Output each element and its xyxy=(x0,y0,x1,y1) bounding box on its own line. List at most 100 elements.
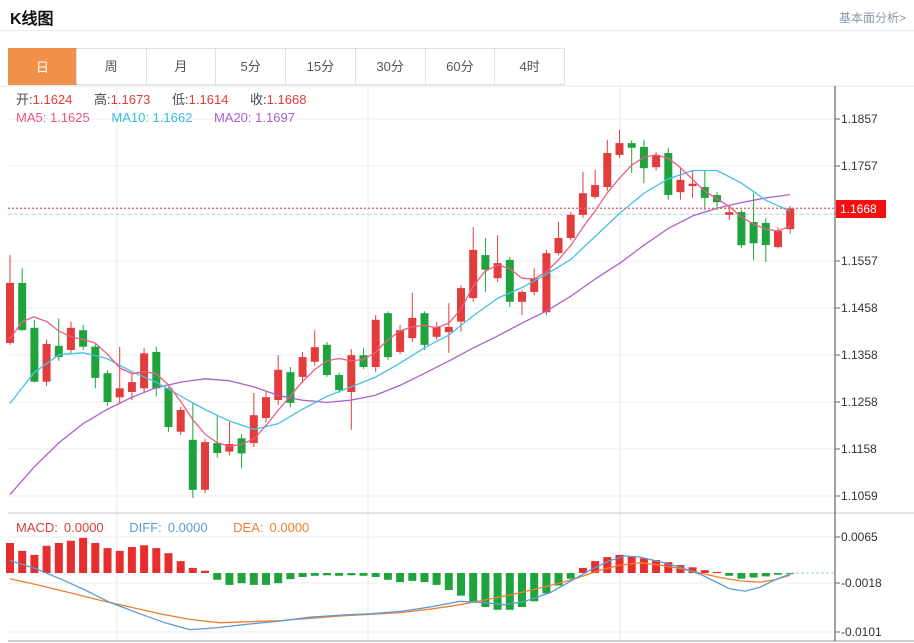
macd-bar xyxy=(140,545,148,573)
candle-body xyxy=(591,185,599,197)
close-label: 收: xyxy=(250,92,267,107)
candle-body xyxy=(786,208,794,229)
macd-bar xyxy=(640,558,648,573)
current-price-badge: 1.1668 xyxy=(836,200,886,218)
candle-body xyxy=(603,153,611,187)
macd-bar xyxy=(91,543,99,573)
candle-body xyxy=(774,231,782,247)
candle-body xyxy=(725,212,733,215)
candle-body xyxy=(421,313,429,345)
macd-bar xyxy=(737,573,745,579)
macd-bar xyxy=(152,548,160,573)
candle-body xyxy=(18,283,26,330)
y-axis-label: -0.0018 xyxy=(841,576,911,590)
macd-bar xyxy=(213,573,221,580)
macd-bar xyxy=(750,573,758,578)
candle-body xyxy=(372,320,380,367)
candle-body xyxy=(238,438,246,453)
macd-bar xyxy=(116,551,124,573)
candle-body xyxy=(433,327,441,337)
macd-bar xyxy=(774,573,782,575)
dea-value: 0.0000 xyxy=(270,520,310,535)
macd-bar xyxy=(225,573,233,585)
macd-bar xyxy=(445,573,453,590)
candle-body xyxy=(628,143,636,148)
candle-body xyxy=(262,397,270,418)
candle-body xyxy=(201,442,209,490)
candle-body xyxy=(542,253,550,312)
candle-body xyxy=(116,388,124,397)
macd-bar xyxy=(433,573,441,585)
macd-bar xyxy=(67,541,75,573)
high-value: 1.1673 xyxy=(111,92,151,107)
ma10-line xyxy=(10,171,790,430)
candle-body xyxy=(104,373,112,402)
dea-label: DEA: xyxy=(233,520,263,535)
macd-bar xyxy=(457,573,465,596)
macd-bar xyxy=(262,573,270,585)
candle-body xyxy=(567,215,575,238)
macd-bar xyxy=(384,573,392,580)
macd-bar xyxy=(421,573,429,582)
macd-bar xyxy=(177,561,185,573)
close-value: 1.1668 xyxy=(267,92,307,107)
candle-body xyxy=(311,347,319,362)
candle-body xyxy=(506,260,514,302)
macd-bar xyxy=(567,573,575,579)
y-axis-label: 1.1258 xyxy=(841,395,911,409)
macd-bar xyxy=(6,543,14,573)
candle-body xyxy=(189,440,197,490)
ma10-label: MA10: xyxy=(111,110,149,125)
macd-bar xyxy=(165,553,173,573)
candle-body xyxy=(335,375,343,390)
candle-body xyxy=(518,292,526,302)
macd-bar xyxy=(189,568,197,573)
y-axis-label: 1.1158 xyxy=(841,442,911,456)
macd-bar xyxy=(762,573,770,576)
candle-body xyxy=(652,155,660,167)
ohlc-row: 开:1.1624 高:1.1673 低:1.1614 收:1.1668 xyxy=(16,89,324,108)
macd-bar xyxy=(299,573,307,577)
macd-bar xyxy=(274,573,282,583)
ma5-line xyxy=(10,155,790,447)
y-axis-label: 1.1059 xyxy=(841,489,911,503)
candle-body xyxy=(762,223,770,245)
y-axis-label: -0.0101 xyxy=(841,625,911,639)
y-axis-label: 0.0065 xyxy=(841,530,911,544)
y-axis-label: 1.1557 xyxy=(841,254,911,268)
macd-bar xyxy=(30,555,38,573)
candle-body xyxy=(689,184,697,186)
macd-bar xyxy=(347,573,355,575)
diff-label: DIFF: xyxy=(129,520,162,535)
open-label: 开: xyxy=(16,92,33,107)
candle-body xyxy=(91,347,99,378)
macd-bar xyxy=(238,573,246,583)
macd-label: MACD: xyxy=(16,520,58,535)
ma5-label: MA5: xyxy=(16,110,46,125)
ma20-label: MA20: xyxy=(214,110,252,125)
candle-body xyxy=(676,180,684,192)
macd-bar xyxy=(201,571,209,573)
macd-bar xyxy=(701,570,709,573)
macd-bar xyxy=(481,573,489,607)
candle-body xyxy=(67,328,75,350)
macd-row: MACD:0.0000 DIFF:0.0000 DEA:0.0000 xyxy=(16,520,315,535)
candle-body xyxy=(579,193,587,215)
macd-bar xyxy=(335,573,343,576)
candle-body xyxy=(30,328,38,382)
y-axis-label: 1.1757 xyxy=(841,159,911,173)
macd-bar xyxy=(286,573,294,579)
open-value: 1.1624 xyxy=(33,92,73,107)
macd-bar xyxy=(469,573,477,601)
low-value: 1.1614 xyxy=(189,92,229,107)
macd-bar xyxy=(360,573,368,576)
candle-body xyxy=(165,388,173,427)
macd-bar xyxy=(713,572,721,573)
macd-bar xyxy=(408,573,416,581)
candle-body xyxy=(481,255,489,270)
macd-bar xyxy=(311,573,319,576)
candle-body xyxy=(140,353,148,388)
y-axis-label: 1.1358 xyxy=(841,348,911,362)
macd-bar xyxy=(725,573,733,576)
macd-bar xyxy=(250,573,258,585)
